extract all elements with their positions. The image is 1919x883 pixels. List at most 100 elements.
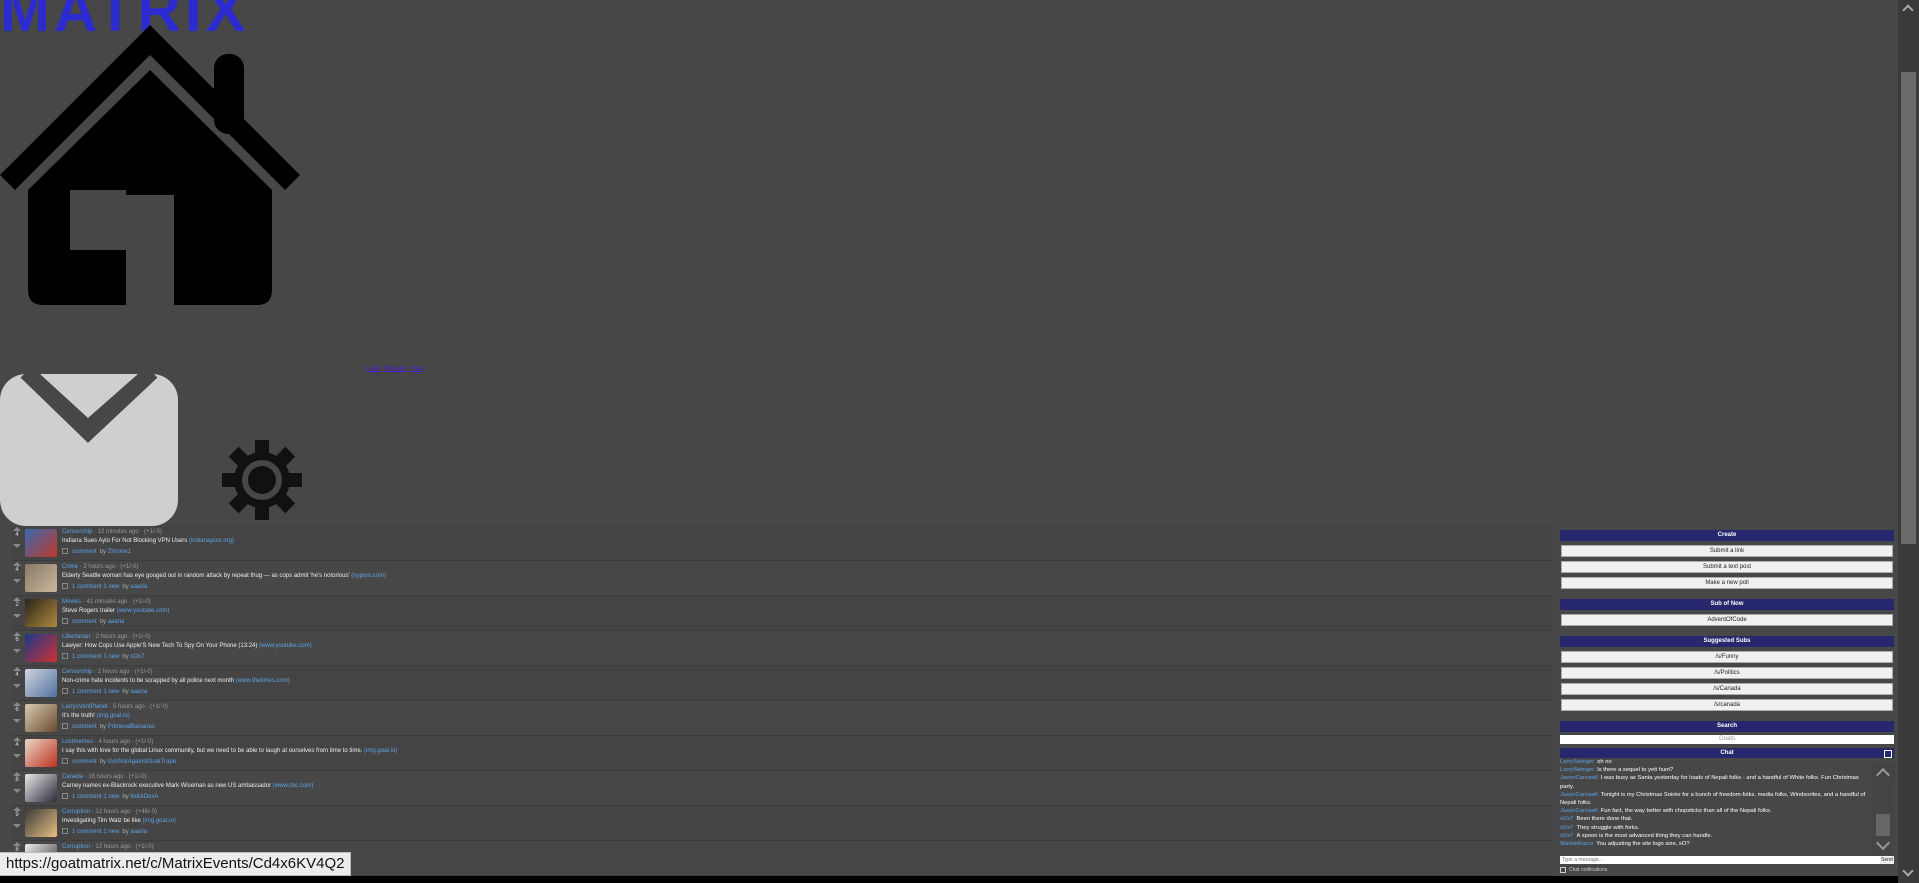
downvote-icon[interactable] xyxy=(13,824,21,828)
downvote-icon[interactable] xyxy=(13,649,21,653)
suggested-sub-politics[interactable]: /s/Politics xyxy=(1561,667,1893,679)
post-sub-link[interactable]: Crime xyxy=(62,564,78,570)
chat-username[interactable]: JasonCarswell xyxy=(1560,808,1598,814)
post-title[interactable]: Lawyer: How Cops Use Apple'S New Tech To… xyxy=(62,643,257,649)
submit-link-button[interactable]: Submit a link xyxy=(1561,545,1893,557)
post-thumbnail[interactable] xyxy=(25,599,57,627)
post-domain[interactable]: (img.goat.io) xyxy=(142,818,175,824)
post-author-link[interactable]: aaaria xyxy=(108,619,125,625)
suggested-sub-canada[interactable]: /s/Canada xyxy=(1561,683,1893,695)
checkbox-icon[interactable] xyxy=(1560,866,1566,873)
downvote-icon[interactable] xyxy=(13,719,21,723)
expand-icon[interactable] xyxy=(62,688,68,695)
suggested-sub-canada-lower[interactable]: /s/canada xyxy=(1561,699,1893,711)
post-title[interactable]: Carney names ex-Blackrock executive Mark… xyxy=(62,783,271,789)
page-scrollbar[interactable] xyxy=(1898,0,1919,883)
sub-of-now-button[interactable]: AdventOfCode xyxy=(1561,614,1893,626)
post-author-link[interactable]: aaaria xyxy=(130,829,147,835)
new-poll-button[interactable]: Make a new poll xyxy=(1561,577,1893,589)
downvote-icon[interactable] xyxy=(13,684,21,688)
post-title[interactable]: Indiana Sues Aylo For Not Blocking VPN U… xyxy=(62,538,187,544)
post-thumbnail[interactable] xyxy=(25,739,57,767)
post-thumbnail[interactable] xyxy=(25,774,57,802)
post-domain[interactable]: (indianapost.org) xyxy=(189,538,234,544)
post-comments-link[interactable]: comment xyxy=(72,759,97,765)
downvote-icon[interactable] xyxy=(13,579,21,583)
chat-username[interactable]: LarrySwinger xyxy=(1560,767,1594,773)
chat-scroll-down-icon[interactable] xyxy=(1875,835,1891,851)
post-author-link[interactable]: aaaria xyxy=(130,689,147,695)
expand-icon[interactable] xyxy=(62,653,68,660)
chat-username[interactable]: WarbleKaurs xyxy=(1560,841,1593,847)
home-icon[interactable] xyxy=(0,20,302,310)
chat-notifications-toggle[interactable]: Chat notifications xyxy=(1560,866,1894,874)
submit-text-button[interactable]: Submit a text post xyxy=(1561,561,1893,573)
page-scroll-thumb[interactable] xyxy=(1901,72,1916,544)
post-thumbnail[interactable] xyxy=(25,809,57,837)
post-sub-link[interactable]: Censorship xyxy=(62,529,92,535)
post-comments-link[interactable]: comment xyxy=(72,619,97,625)
post-author-link[interactable]: IAmNotAgainstGoatTrape xyxy=(108,759,176,765)
post-domain[interactable]: (www.youtube.com) xyxy=(117,608,170,614)
post-comments-link[interactable]: comment xyxy=(72,549,97,555)
search-input[interactable]: Goats xyxy=(1560,735,1894,744)
chat-message-input[interactable] xyxy=(1560,856,1882,864)
chat-username[interactable]: JasonCarswell xyxy=(1560,775,1598,781)
expand-icon[interactable] xyxy=(62,793,68,800)
post-sub-link[interactable]: Corruption xyxy=(62,844,90,850)
post-domain[interactable]: (www.youtube.com) xyxy=(259,643,312,649)
downvote-icon[interactable] xyxy=(13,544,21,548)
scroll-down-icon[interactable] xyxy=(1902,865,1914,877)
chat-scrollbar[interactable] xyxy=(1872,764,1894,856)
post-comments-link[interactable]: 1 comment 1 new xyxy=(72,829,119,835)
post-thumbnail[interactable] xyxy=(25,669,57,697)
gear-icon[interactable] xyxy=(222,440,302,520)
post-thumbnail[interactable] xyxy=(25,704,57,732)
post-author-link[interactable]: sOx7 xyxy=(130,654,144,660)
chat-username[interactable]: sOx7 xyxy=(1560,825,1574,831)
post-title[interactable]: Steve Rogers trailer xyxy=(62,608,115,614)
post-sub-link[interactable]: Libertarian xyxy=(62,634,90,640)
chat-send-button[interactable]: Send xyxy=(1880,856,1894,864)
downvote-icon[interactable] xyxy=(13,754,21,758)
register-link[interactable]: Register xyxy=(384,366,406,372)
expand-icon[interactable] xyxy=(62,723,68,730)
expand-icon[interactable] xyxy=(62,758,68,765)
post-comments-link[interactable]: comment xyxy=(72,724,97,730)
login-link[interactable]: Login xyxy=(366,366,381,372)
post-domain[interactable]: (www.cbc.com) xyxy=(273,783,314,789)
post-sub-link[interactable]: Movies xyxy=(62,599,81,605)
post-thumbnail[interactable] xyxy=(25,634,57,662)
expand-icon[interactable] xyxy=(62,583,68,590)
post-title[interactable]: I say this with love for the global Linu… xyxy=(62,748,362,754)
post-author-link[interactable]: Zimone1 xyxy=(108,549,131,555)
post-sub-link[interactable]: Censorship xyxy=(62,669,92,675)
downvote-icon[interactable] xyxy=(13,614,21,618)
mail-icon[interactable] xyxy=(0,374,180,526)
expand-icon[interactable] xyxy=(62,548,68,555)
chat-scroll-thumb[interactable] xyxy=(1876,814,1890,836)
post-title[interactable]: It's the truth! xyxy=(62,713,95,719)
chat-username[interactable]: LarrySwinger xyxy=(1560,759,1594,765)
post-domain[interactable]: (www.thetimes.com) xyxy=(236,678,290,684)
post-title[interactable]: Elderly Seattle woman has eye gouged out… xyxy=(62,573,350,579)
suggested-sub-funny[interactable]: /s/Funny xyxy=(1561,651,1893,663)
post-domain[interactable]: (nypost.com) xyxy=(351,573,386,579)
post-domain[interactable]: (img.goat.io) xyxy=(364,748,397,754)
post-sub-link[interactable]: Canada xyxy=(62,774,83,780)
scroll-up-icon[interactable] xyxy=(1902,4,1914,16)
post-title[interactable]: Non-crime hate incidents to be scrapped … xyxy=(62,678,234,684)
post-thumbnail[interactable] xyxy=(25,564,57,592)
post-sub-link[interactable]: Lostmemes xyxy=(62,739,93,745)
post-comments-link[interactable]: 1 comment 1 new xyxy=(72,689,119,695)
post-comments-link[interactable]: 1 comment 1 new xyxy=(72,654,119,660)
post-title[interactable]: Investigating Tim Walz be like xyxy=(62,818,141,824)
chat-collapse-icon[interactable] xyxy=(1884,750,1892,758)
post-comments-link[interactable]: 1 comment 1 new xyxy=(72,584,119,590)
downvote-icon[interactable] xyxy=(13,789,21,793)
post-sub-link[interactable]: LarrysVentPlanet xyxy=(62,704,108,710)
post-author-link[interactable]: PrimevalBananas xyxy=(108,724,155,730)
chat-username[interactable]: sOx7 xyxy=(1560,833,1574,839)
post-author-link[interactable]: NotADoxA xyxy=(130,794,158,800)
post-domain[interactable]: (img.goat.io) xyxy=(97,713,130,719)
